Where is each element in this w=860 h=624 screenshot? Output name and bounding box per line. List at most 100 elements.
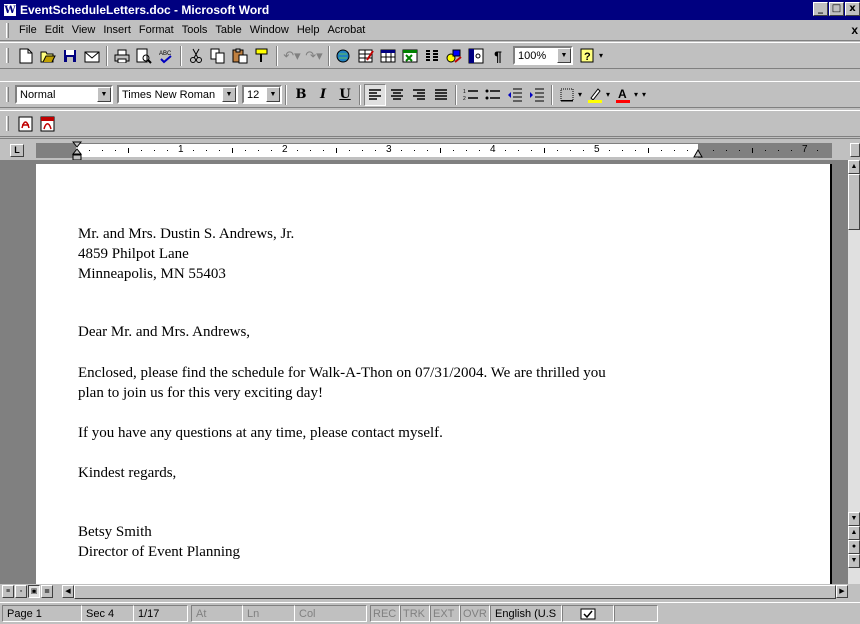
status-ovr[interactable]: OVR	[460, 605, 490, 622]
print-icon[interactable]	[111, 45, 133, 67]
toolbar-options-icon[interactable]: ▾	[642, 90, 646, 99]
outline-view-icon[interactable]: ≣	[41, 585, 53, 598]
borders-dropdown-icon[interactable]: ▾	[578, 90, 582, 99]
show-hide-icon[interactable]: ¶	[487, 45, 509, 67]
menu-grip[interactable]	[6, 22, 9, 38]
borders-icon[interactable]	[556, 84, 578, 106]
next-page-icon[interactable]: ▼	[848, 554, 860, 568]
closing[interactable]: Kindest regards,	[78, 463, 176, 483]
columns-icon[interactable]	[421, 45, 443, 67]
status-trk[interactable]: TRK	[400, 605, 430, 622]
paste-icon[interactable]	[229, 45, 251, 67]
copy-icon[interactable]	[207, 45, 229, 67]
toolbar-grip[interactable]	[6, 116, 9, 131]
menu-window[interactable]: Window	[246, 24, 293, 36]
select-browse-object-icon[interactable]: ●	[848, 540, 860, 554]
font-size-select[interactable]: 12 ▼	[242, 85, 282, 104]
web-layout-view-icon[interactable]: ▫	[15, 585, 27, 598]
font-color-icon[interactable]: A	[612, 84, 634, 106]
normal-view-icon[interactable]: ≡	[2, 585, 14, 598]
print-preview-icon[interactable]	[133, 45, 155, 67]
vertical-scroll-thumb[interactable]	[848, 174, 860, 230]
vertical-scrollbar[interactable]: ▲ ▼ ▲ ● ▼	[848, 160, 860, 584]
word-app-icon[interactable]: W	[3, 3, 17, 17]
ruler-scroll-button[interactable]	[850, 143, 860, 157]
address-line[interactable]: 4859 Philpot Lane	[78, 244, 189, 264]
toolbar-grip[interactable]	[6, 48, 9, 63]
address-line[interactable]: Minneapolis, MN 55403	[78, 264, 226, 284]
justify-icon[interactable]	[430, 84, 452, 106]
save-icon[interactable]	[59, 45, 81, 67]
format-painter-icon[interactable]	[251, 45, 273, 67]
highlight-dropdown-icon[interactable]: ▾	[606, 90, 610, 99]
chevron-down-icon[interactable]: ▼	[97, 87, 111, 102]
menu-acrobat[interactable]: Acrobat	[323, 24, 369, 36]
hyperlink-icon[interactable]	[333, 45, 355, 67]
tab-selector-button[interactable]: L	[10, 144, 24, 157]
font-select[interactable]: Times New Roman ▼	[117, 85, 238, 104]
italic-button[interactable]: I	[312, 84, 334, 106]
spelling-icon[interactable]: ABC	[155, 45, 177, 67]
font-color-dropdown-icon[interactable]: ▾	[634, 90, 638, 99]
insert-excel-icon[interactable]	[399, 45, 421, 67]
signature-name[interactable]: Betsy Smith	[78, 522, 152, 542]
scroll-down-icon[interactable]: ▼	[848, 512, 860, 526]
menu-tools[interactable]: Tools	[178, 24, 212, 36]
bold-button[interactable]: B	[290, 84, 312, 106]
new-icon[interactable]	[15, 45, 37, 67]
menu-help[interactable]: Help	[293, 24, 324, 36]
underline-button[interactable]: U	[334, 84, 356, 106]
toolbar-options-icon[interactable]: ▾	[599, 51, 603, 60]
help-icon[interactable]: ?	[577, 45, 599, 67]
indent-marker-icon[interactable]	[72, 141, 82, 161]
highlight-icon[interactable]	[584, 84, 606, 106]
email-icon[interactable]	[81, 45, 103, 67]
insert-table-icon[interactable]	[377, 45, 399, 67]
convert-to-pdf-icon[interactable]	[15, 113, 37, 135]
body-paragraph-line[interactable]: Enclosed, please find the schedule for W…	[78, 363, 606, 383]
tables-borders-icon[interactable]	[355, 45, 377, 67]
drawing-icon[interactable]	[443, 45, 465, 67]
menu-table[interactable]: Table	[211, 24, 245, 36]
minimize-button[interactable]: _	[813, 2, 828, 16]
chevron-down-icon[interactable]: ▼	[266, 87, 280, 102]
numbering-icon[interactable]: 12	[460, 84, 482, 106]
signature-title[interactable]: Director of Event Planning	[78, 542, 240, 562]
align-left-icon[interactable]	[364, 83, 386, 106]
spelling-status-icon[interactable]	[562, 605, 614, 622]
menu-edit[interactable]: Edit	[41, 24, 68, 36]
align-right-icon[interactable]	[408, 84, 430, 106]
chevron-down-icon[interactable]: ▼	[222, 87, 236, 102]
status-language[interactable]: English (U.S	[490, 605, 562, 622]
body-paragraph-line[interactable]: plan to join us for this very exciting d…	[78, 383, 323, 403]
align-center-icon[interactable]	[386, 84, 408, 106]
convert-to-pdf-email-icon[interactable]	[37, 113, 59, 135]
scroll-left-icon[interactable]: ◀	[62, 585, 74, 598]
style-select[interactable]: Normal ▼	[15, 85, 113, 104]
horizontal-ruler[interactable]: 1 2 3 4 5 7	[36, 141, 832, 161]
print-layout-view-icon[interactable]: ▣	[28, 585, 40, 598]
chevron-down-icon[interactable]: ▼	[557, 48, 571, 63]
zoom-select[interactable]: 100% ▼	[513, 46, 573, 65]
status-rec[interactable]: REC	[370, 605, 400, 622]
scroll-up-icon[interactable]: ▲	[848, 160, 860, 174]
address-line[interactable]: Mr. and Mrs. Dustin S. Andrews, Jr.	[78, 224, 294, 244]
status-ext[interactable]: EXT	[430, 605, 460, 622]
horizontal-scroll-thumb[interactable]	[74, 585, 836, 599]
open-icon[interactable]	[37, 45, 59, 67]
salutation[interactable]: Dear Mr. and Mrs. Andrews,	[78, 322, 250, 342]
increase-indent-icon[interactable]	[526, 84, 548, 106]
redo-icon[interactable]: ↷▾	[303, 45, 325, 67]
close-button[interactable]: x	[845, 2, 860, 16]
cut-icon[interactable]	[185, 45, 207, 67]
previous-page-icon[interactable]: ▲	[848, 526, 860, 540]
document-page[interactable]: Mr. and Mrs. Dustin S. Andrews, Jr. 4859…	[36, 164, 832, 584]
menu-view[interactable]: View	[68, 24, 100, 36]
scroll-right-icon[interactable]: ▶	[836, 585, 848, 598]
decrease-indent-icon[interactable]	[504, 84, 526, 106]
document-map-icon[interactable]	[465, 45, 487, 67]
menu-format[interactable]: Format	[135, 24, 178, 36]
undo-icon[interactable]: ↶▾	[281, 45, 303, 67]
right-indent-marker-icon[interactable]	[693, 148, 703, 160]
body-paragraph[interactable]: If you have any questions at any time, p…	[78, 423, 443, 443]
